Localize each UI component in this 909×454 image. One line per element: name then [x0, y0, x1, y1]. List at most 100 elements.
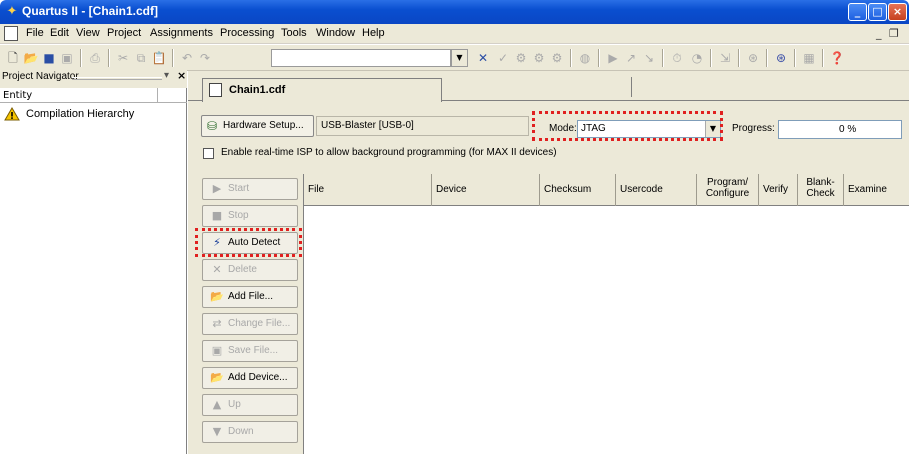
toolbar-separator: [794, 49, 796, 67]
hardware-setup-icon: ⛁: [207, 119, 218, 133]
add-file-icon: 📂: [210, 290, 224, 303]
column-usercode[interactable]: Usercode: [616, 174, 697, 206]
stop-processing-icon[interactable]: ◍: [576, 49, 594, 67]
column-blank-check[interactable]: Blank- Check: [798, 174, 844, 206]
help-icon[interactable]: ❓: [828, 49, 846, 67]
menu-edit[interactable]: Edit: [50, 27, 69, 39]
tab-bar: Chain1.cdf: [188, 71, 909, 102]
column-verify[interactable]: Verify: [759, 174, 798, 206]
hardware-field: USB-Blaster [USB-0]: [316, 116, 529, 136]
close-icon[interactable]: ×: [177, 69, 186, 82]
tree-item-label: Compilation Hierarchy: [26, 108, 135, 120]
simulator-icon[interactable]: ◔: [688, 49, 706, 67]
quartus-app-icon: ✦: [6, 4, 18, 19]
save-file-icon: ▣: [211, 344, 223, 357]
navigator-header: Project Navigator ▾ ×: [0, 68, 187, 88]
hardware-setup-button[interactable]: ⛁ Hardware Setup...: [201, 115, 314, 137]
copy-icon[interactable]: ⧉: [132, 49, 150, 67]
toolbar-separator: [738, 49, 740, 67]
timing-analyzer-icon[interactable]: ⏱: [668, 49, 686, 67]
drag-grip[interactable]: [72, 77, 162, 80]
menu-processing[interactable]: Processing: [220, 27, 274, 39]
start-compilation-icon[interactable]: ▶: [604, 49, 622, 67]
progress-value: 0 %: [839, 124, 857, 135]
minimize-button[interactable]: _: [848, 3, 867, 21]
cdf-file-icon: [209, 83, 222, 97]
navigator-column-header[interactable]: Entity: [0, 88, 187, 103]
chip-planner-icon[interactable]: ⚙: [548, 49, 566, 67]
down-button[interactable]: ▼ Down: [202, 421, 298, 443]
assignment-editor-icon[interactable]: ✓: [494, 49, 512, 67]
redo-icon[interactable]: ↷: [196, 49, 214, 67]
entity-combo[interactable]: [271, 49, 451, 67]
save-icon[interactable]: ■: [40, 49, 58, 67]
analysis-synthesis-icon[interactable]: ↗: [622, 49, 640, 67]
open-icon[interactable]: 📂: [22, 49, 40, 67]
toolbar-separator: [822, 49, 824, 67]
up-button[interactable]: ▲ Up: [202, 394, 298, 416]
menu-file[interactable]: File: [26, 27, 44, 39]
column-device[interactable]: Device: [432, 174, 540, 206]
menu-project[interactable]: Project: [107, 27, 141, 39]
entity-column[interactable]: Entity: [0, 88, 158, 103]
menu-tools[interactable]: Tools: [281, 27, 307, 39]
save-file-button[interactable]: ▣ Save File...: [202, 340, 298, 362]
divider: [631, 77, 632, 97]
change-file-button[interactable]: ⇄ Change File...: [202, 313, 298, 335]
sopc-builder-icon[interactable]: ▦: [800, 49, 818, 67]
close-button[interactable]: ×: [888, 3, 907, 21]
mdi-minimize-icon[interactable]: _: [876, 27, 882, 40]
tab-chain1[interactable]: Chain1.cdf: [202, 78, 442, 102]
powerplay-icon[interactable]: ⊛: [744, 49, 762, 67]
document-icon[interactable]: [4, 26, 18, 41]
start-button[interactable]: ▶ Start: [202, 178, 298, 200]
pin-planner-icon[interactable]: ⚙: [512, 49, 530, 67]
window-title: Quartus II - [Chain1.cdf]: [22, 4, 159, 18]
column-examine-label: Examine: [848, 184, 887, 195]
navigator-title: Project Navigator: [2, 71, 79, 82]
fitter-icon[interactable]: ↘: [640, 49, 658, 67]
device-table[interactable]: File Device Checksum Usercode Program/ C…: [303, 174, 909, 454]
chevron-down-icon[interactable]: ▼: [451, 49, 468, 67]
save-all-icon[interactable]: ▣: [58, 49, 76, 67]
column-file[interactable]: File: [304, 174, 432, 206]
mdi-restore-icon[interactable]: ❐: [889, 27, 899, 40]
compilation-report-icon[interactable]: ✕: [474, 49, 492, 67]
auto-detect-highlight: [195, 228, 302, 257]
programmer-icon[interactable]: ⊛: [772, 49, 790, 67]
mode-highlight: [532, 111, 723, 141]
menu-view[interactable]: View: [76, 27, 100, 39]
toolbar-separator: [710, 49, 712, 67]
menu-window[interactable]: Window: [316, 27, 355, 39]
delete-label: Delete: [228, 264, 257, 275]
column-program-configure[interactable]: Program/ Configure: [697, 174, 759, 206]
paste-icon[interactable]: 📋: [150, 49, 168, 67]
menu-assignments[interactable]: Assignments: [150, 27, 213, 39]
undo-icon[interactable]: ↶: [178, 49, 196, 67]
rtl-viewer-icon[interactable]: ⇲: [716, 49, 734, 67]
delete-button[interactable]: ✕ Delete: [202, 259, 298, 281]
tab-label: Chain1.cdf: [229, 84, 286, 96]
settings-icon[interactable]: ⚙: [530, 49, 548, 67]
add-device-button[interactable]: 📂 Add Device...: [202, 367, 298, 389]
add-file-button[interactable]: 📂 Add File...: [202, 286, 298, 308]
column-checksum[interactable]: Checksum: [540, 174, 616, 206]
print-icon[interactable]: ⎙: [86, 49, 104, 67]
start-label: Start: [228, 183, 250, 194]
realtime-isp-checkbox[interactable]: [203, 148, 214, 159]
menu-bar: File Edit View Project Assignments Proce…: [0, 24, 909, 44]
warning-triangle-icon: [4, 107, 20, 121]
stop-button[interactable]: ■ Stop: [202, 205, 298, 227]
title-bar: ✦ Quartus II - [Chain1.cdf] _ □ ×: [0, 0, 909, 24]
column-file-label: File: [308, 184, 325, 195]
menu-help[interactable]: Help: [362, 27, 385, 39]
maximize-button[interactable]: □: [868, 3, 887, 21]
down-icon: ▼: [212, 425, 222, 438]
dropdown-icon[interactable]: ▾: [164, 70, 169, 81]
cut-icon[interactable]: ✂: [114, 49, 132, 67]
column-examine[interactable]: Examine: [844, 174, 909, 206]
delete-icon: ✕: [212, 263, 222, 276]
column-usercode-label: Usercode: [620, 184, 663, 195]
new-icon[interactable]: 🗋: [4, 49, 22, 67]
column-verify-label: Verify: [763, 184, 789, 195]
